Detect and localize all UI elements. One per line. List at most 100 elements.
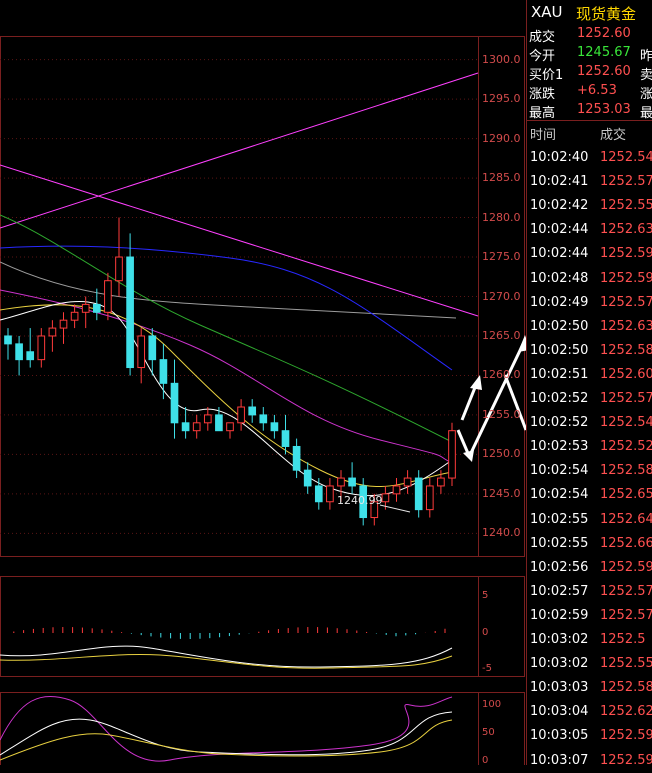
tick-row[interactable]: 10:02:55 1252.64: [527, 508, 652, 532]
tick-price: 1252.57: [600, 583, 652, 599]
tick-price: 1252.52: [600, 439, 652, 455]
tick-row[interactable]: 10:03:05 1252.59: [527, 724, 652, 748]
tick-row[interactable]: 10:02:51 1252.60: [527, 363, 652, 387]
tick-price: 1252.59: [600, 559, 652, 575]
candle: [192, 414, 201, 439]
tick-time: 10:02:50: [530, 318, 589, 334]
candle: [326, 478, 334, 510]
candle-body: [303, 469, 312, 487]
candle: [115, 217, 123, 297]
candle-body: [170, 382, 179, 424]
tick-row[interactable]: 10:02:55 1252.66: [527, 532, 652, 556]
candle-body: [403, 477, 412, 487]
price-axis-label: 1260.0: [482, 368, 521, 382]
tick-price: 1252.5: [600, 632, 646, 647]
candle: [26, 328, 35, 368]
tick-price: 1252.59: [600, 246, 652, 262]
tick-price: 1252.58: [600, 463, 652, 479]
candle-body: [92, 303, 101, 313]
ma-line-blue: [0, 245, 453, 371]
macd-line-white: [0, 645, 453, 668]
tick-row[interactable]: 10:02:53 1252.52: [527, 435, 652, 459]
candle: [248, 399, 257, 423]
candle: [126, 233, 134, 376]
tick-row[interactable]: 10:02:56 1252.59: [527, 556, 652, 580]
candle: [59, 312, 68, 344]
tick-time: 10:03:04: [530, 704, 589, 720]
symbol-code: XAU: [531, 3, 563, 21]
tick-row[interactable]: 10:03:02 1252.55: [527, 652, 652, 676]
tick-row[interactable]: 10:03:04 1252.62: [527, 700, 652, 724]
tick-row[interactable]: 10:02:59 1252.57: [527, 604, 652, 628]
candle-body: [392, 485, 401, 495]
tick-price: 1252.59: [600, 752, 652, 768]
tick-row[interactable]: 10:02:52 1252.54: [527, 411, 652, 435]
tick-row[interactable]: 10:02:54 1252.58: [527, 459, 652, 483]
tick-row[interactable]: 10:03:03 1252.58: [527, 676, 652, 700]
quote-row: 成交 1252.60: [527, 24, 652, 45]
candle: [392, 478, 401, 502]
candle-body: [4, 335, 12, 345]
quote-value: 1245.67: [577, 45, 631, 60]
tick-row[interactable]: 10:02:50 1252.58: [527, 339, 652, 363]
tick-row[interactable]: 10:03:07 1252.59: [527, 749, 652, 773]
tick-row[interactable]: 10:02:50 1252.63: [527, 315, 652, 339]
symbol-name: 现货黄金: [576, 5, 637, 23]
candle-body: [270, 422, 279, 432]
tick-row[interactable]: 10:02:49 1252.57: [527, 291, 652, 315]
price-axis-label: 1285.0: [482, 171, 521, 185]
quote-panel: XAU 现货黄金 成交 1252.60 今开 1245.67 昨买价1 1252…: [526, 0, 652, 768]
tick-row[interactable]: 10:02:52 1252.57: [527, 387, 652, 411]
price-axis-label: 1245.0: [482, 486, 521, 500]
candle-body: [48, 327, 57, 337]
ma-line-gray: [0, 261, 457, 319]
candle: [15, 335, 23, 376]
sub2-axis-label-bottom: 0: [482, 755, 489, 766]
tick-row[interactable]: 10:02:57 1252.57: [527, 580, 652, 604]
quote-value: +6.53: [577, 83, 617, 98]
tick-row[interactable]: 10:02:41 1252.57: [527, 170, 652, 194]
tick-row[interactable]: 10:02:42 1252.55: [527, 194, 652, 218]
kline-chart[interactable]: [0, 0, 526, 765]
candle: [259, 407, 268, 431]
tick-header-price: 成交: [600, 128, 627, 143]
candle-body: [425, 485, 434, 511]
candle: [425, 478, 434, 518]
candle: [270, 414, 279, 439]
tick-row[interactable]: 10:02:44 1252.59: [527, 242, 652, 266]
candle: [414, 470, 423, 518]
candle-body: [414, 477, 423, 511]
tick-time: 10:02:54: [530, 487, 589, 503]
tick-time: 10:03:07: [530, 752, 589, 768]
candle: [403, 470, 412, 494]
tick-row[interactable]: 10:02:44 1252.63: [527, 218, 652, 242]
tick-time: 10:02:51: [530, 366, 589, 382]
tick-row[interactable]: 10:03:02 1252.5: [527, 628, 652, 652]
tick-row[interactable]: 10:02:40 1252.54: [527, 146, 652, 170]
tick-time: 10:02:52: [530, 391, 589, 406]
candle-body: [281, 430, 290, 447]
candle: [237, 399, 245, 431]
tick-time: 10:03:03: [530, 680, 589, 696]
tick-price: 1252.55: [600, 198, 652, 214]
candle-body: [348, 477, 356, 487]
kdj-line-white: [0, 711, 453, 756]
ma-line-magenta: [0, 289, 453, 464]
tick-row[interactable]: 10:02:48 1252.59: [527, 267, 652, 291]
tick-header-time: 时间: [530, 128, 557, 143]
candle-body: [70, 311, 79, 321]
tick-price: 1252.66: [600, 535, 652, 551]
quote-header[interactable]: XAU 现货黄金: [527, 0, 652, 24]
tick-row[interactable]: 10:02:54 1252.65: [527, 483, 652, 507]
sub1-axis-label-bottom: -5: [482, 663, 492, 674]
price-grid: [0, 59, 478, 534]
candle: [181, 407, 190, 439]
quote-label-secondary: 最: [640, 106, 652, 121]
tick-price: 1252.59: [600, 728, 652, 744]
candle-body: [437, 477, 445, 487]
price-axis-label: 1265.0: [482, 328, 521, 342]
macd-histogram: [13, 627, 446, 639]
price-axis-label: 1250.0: [482, 447, 521, 461]
candle-body: [203, 414, 212, 424]
tick-price: 1252.65: [600, 487, 652, 503]
